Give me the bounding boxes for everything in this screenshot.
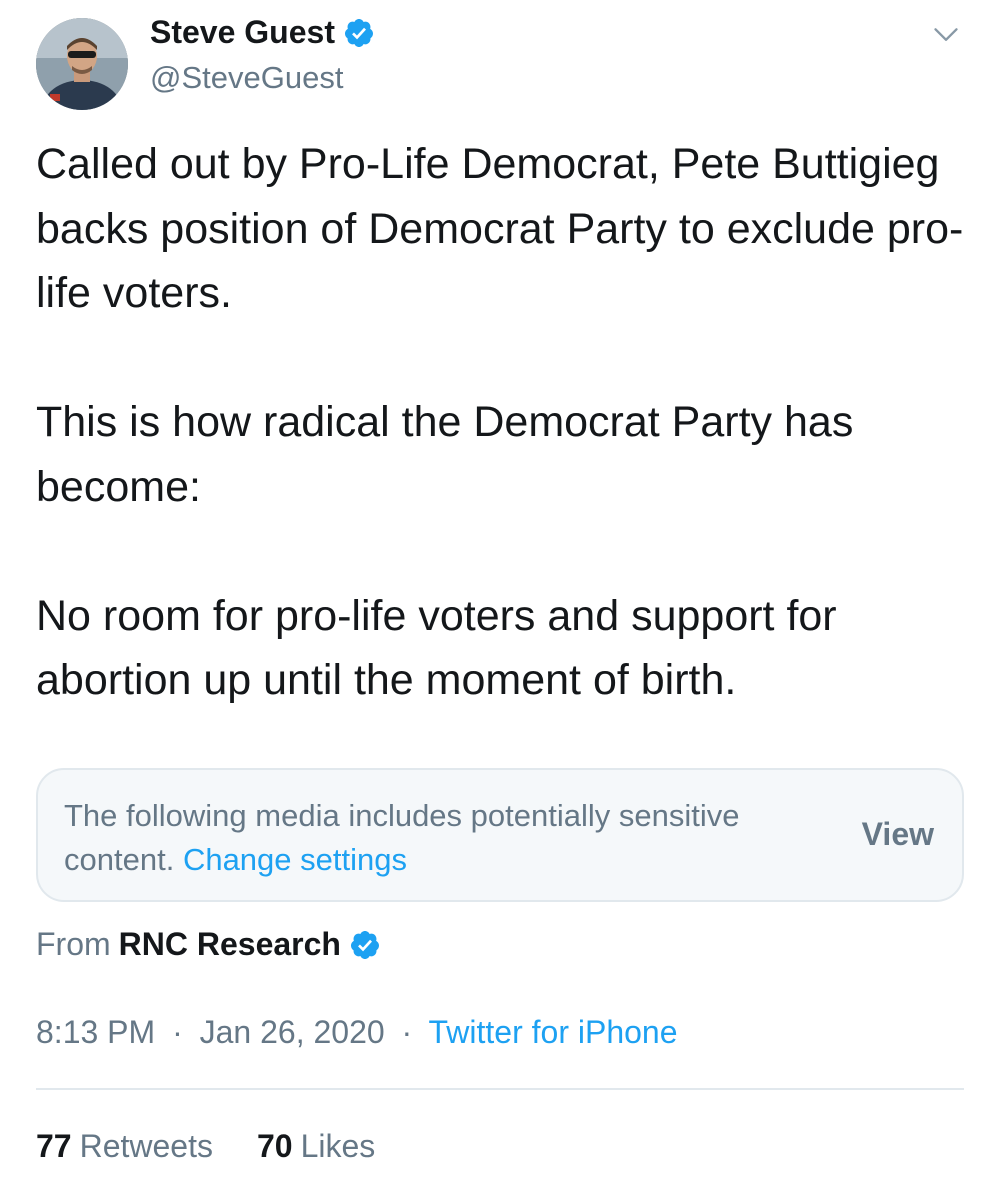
avatar-image xyxy=(36,18,128,110)
tweet-paragraph: Called out by Pro-Life Democrat, Pete Bu… xyxy=(36,140,964,317)
retweets-stat[interactable]: 77 Retweets xyxy=(36,1128,213,1165)
avatar[interactable] xyxy=(36,18,128,110)
meta-separator: · xyxy=(172,1014,183,1050)
divider xyxy=(36,1088,964,1090)
tweet-date[interactable]: Jan 26, 2020 xyxy=(200,1014,385,1050)
tweet-card: Steve Guest @SteveGuest Called out by Pr… xyxy=(0,0,1000,1200)
meta-separator: · xyxy=(401,1014,413,1050)
author-handle[interactable]: @SteveGuest xyxy=(150,60,343,96)
retweets-label: Retweets xyxy=(79,1128,213,1164)
likes-stat[interactable]: 70 Likes xyxy=(257,1128,375,1165)
retweets-count: 77 xyxy=(36,1128,72,1164)
verified-badge-icon xyxy=(350,930,379,959)
tweet-stats: 77 Retweets 70 Likes xyxy=(36,1128,375,1165)
verified-badge-icon xyxy=(344,18,373,47)
tweet-text: Called out by Pro-Life Democrat, Pete Bu… xyxy=(36,132,976,713)
tweet-meta: 8:13 PM · Jan 26, 2020 · Twitter for iPh… xyxy=(36,1014,678,1051)
view-media-button[interactable]: View xyxy=(862,816,934,853)
likes-label: Likes xyxy=(300,1128,376,1164)
likes-count: 70 xyxy=(256,1128,293,1164)
tweet-time[interactable]: 8:13 PM xyxy=(36,1014,155,1050)
source-name[interactable]: RNC Research xyxy=(119,926,341,963)
tweet-client-link[interactable]: Twitter for iPhone xyxy=(429,1014,678,1050)
sensitive-media-notice: The following media includes potentially… xyxy=(36,768,964,902)
source-prefix: From xyxy=(36,926,111,962)
author-name-row[interactable]: Steve Guest xyxy=(150,14,375,51)
change-settings-link[interactable]: Change settings xyxy=(183,842,407,877)
tweet-paragraph: This is how radical the Democrat Party h… xyxy=(36,398,854,511)
source-attribution: From RNC Research xyxy=(36,926,381,963)
author-name[interactable]: Steve Guest xyxy=(150,14,335,51)
chevron-down-icon[interactable] xyxy=(932,20,960,48)
sensitive-notice-text: The following media includes potentially… xyxy=(64,794,764,882)
tweet-paragraph: No room for pro-life voters and support … xyxy=(36,591,837,705)
